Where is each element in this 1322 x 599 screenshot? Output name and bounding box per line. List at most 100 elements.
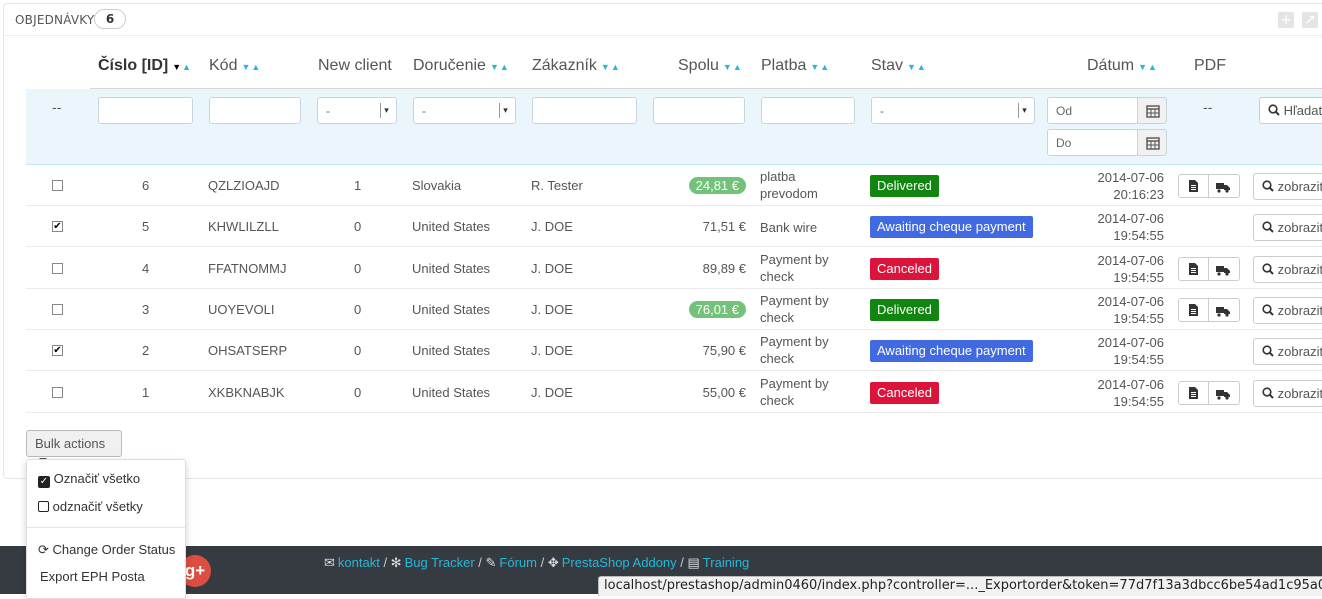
cell-new-client: 0 xyxy=(354,343,362,359)
row-checkbox[interactable] xyxy=(52,303,63,315)
cell-id: 4 xyxy=(142,260,150,276)
col-header-dorucenie[interactable]: Doručenie ▼▲ xyxy=(413,57,510,75)
cell-country: Slovakia xyxy=(412,178,462,193)
col-header-stav[interactable]: Stav ▼▲ xyxy=(871,57,927,75)
footer-link-bug-tracker[interactable]: Bug Tracker xyxy=(405,555,475,570)
cell-payment: Payment by check xyxy=(760,375,829,408)
filter-dorucenie-select[interactable]: - ▾ xyxy=(413,97,516,124)
cell-customer: J. DOE xyxy=(531,219,573,235)
invoice-pdf-icon[interactable] xyxy=(1188,180,1199,195)
bulk-actions-menu: ✓ Označiť všetko odznačiť všetky ⟳ Chang… xyxy=(26,459,186,599)
col-header-zakaznik[interactable]: Zákazník ▼▲ xyxy=(532,57,621,75)
pdf-button-group xyxy=(1178,380,1240,405)
add-new-icon[interactable]: + xyxy=(1278,12,1294,28)
col-header-platba[interactable]: Platba ▼▲ xyxy=(761,57,830,75)
menu-item-unselect-all[interactable]: odznačiť všetky xyxy=(38,499,143,514)
comments-icon: ✎ xyxy=(485,555,497,570)
view-order-button[interactable]: zobraziť xyxy=(1253,296,1322,324)
filter-id-input[interactable] xyxy=(98,97,193,124)
view-order-button[interactable]: zobraziť xyxy=(1253,255,1322,283)
menu-item-select-all[interactable]: ✓ Označiť všetko xyxy=(38,471,140,488)
menu-item-export-eph-posta[interactable]: Export EPH Posta xyxy=(40,569,145,584)
invoice-pdf-icon[interactable] xyxy=(1188,303,1199,319)
pdf-button-group xyxy=(1178,297,1240,322)
col-header-spolu[interactable]: Spolu ▼▲ xyxy=(678,57,743,75)
pdf-button-group xyxy=(1178,256,1240,281)
filter-platba-input[interactable] xyxy=(761,97,855,124)
cell-kod: OHSATSERP xyxy=(208,343,288,359)
cell-total: 89,89 € xyxy=(702,260,746,276)
panel-heading: OBJEDNÁVKY 6 + ↗ xyxy=(4,4,1322,36)
footer-link-kontakt[interactable]: kontakt xyxy=(338,555,380,570)
table-row[interactable]: 3 UOYEVOLI 0 United States J. DOE 76,01 … xyxy=(26,289,1322,330)
cell-payment: Payment by check xyxy=(760,251,829,284)
view-order-button[interactable]: zobraziť xyxy=(1253,379,1322,407)
cell-total: 24,81 € xyxy=(688,177,746,194)
cell-id: 1 xyxy=(142,384,150,400)
col-header-kod[interactable]: Kód ▼▲ xyxy=(209,57,261,75)
row-checkbox[interactable] xyxy=(52,262,63,274)
row-checkbox[interactable] xyxy=(52,180,63,191)
view-order-button[interactable]: zobraziť xyxy=(1253,338,1322,366)
search-icon xyxy=(1262,180,1274,195)
filter-date-from-input[interactable]: Od xyxy=(1047,97,1138,124)
invoice-pdf-icon[interactable] xyxy=(1188,386,1199,402)
cell-date: 2014-07-06 19:54:55 xyxy=(1097,293,1165,326)
cell-id: 6 xyxy=(142,178,150,193)
filter-stav-select[interactable]: - ▾ xyxy=(871,97,1035,124)
delivery-slip-truck-icon[interactable] xyxy=(1216,264,1230,279)
col-header-datum[interactable]: Dátum ▼▲ xyxy=(1087,57,1158,75)
delivery-slip-truck-icon[interactable] xyxy=(1216,388,1230,403)
puzzle-icon: ✥ xyxy=(547,555,559,570)
cell-payment: Bank wire xyxy=(760,220,818,236)
select-arrow-icon: ▾ xyxy=(380,103,392,118)
table-row[interactable]: 6 QZLZIOAJD 1 Slovakia R. Tester 24,81 €… xyxy=(26,165,1322,206)
table-row[interactable]: ✔ 2 OHSATSERP 0 United States J. DOE 75,… xyxy=(26,330,1322,372)
export-icon[interactable]: ↗ xyxy=(1302,12,1318,28)
table-row[interactable]: 4 FFATNOMMJ 0 United States J. DOE 89,89… xyxy=(26,248,1322,289)
col-header-id[interactable]: Číslo [ID] ▼▲ xyxy=(98,57,192,75)
view-order-button[interactable]: zobraziť xyxy=(1253,214,1322,242)
footer-link-forum[interactable]: Fórum xyxy=(499,555,537,570)
calendar-icon[interactable] xyxy=(1137,97,1167,124)
calendar-icon[interactable] xyxy=(1137,129,1167,156)
footer-link-addons[interactable]: PrestaShop Addony xyxy=(562,555,677,570)
row-checkbox[interactable]: ✔ xyxy=(52,221,63,233)
select-arrow-icon: ▾ xyxy=(499,103,511,118)
filter-zakaznik-input[interactable] xyxy=(532,97,637,124)
row-checkbox[interactable] xyxy=(52,386,63,398)
cell-country: United States xyxy=(412,343,491,359)
cell-id: 2 xyxy=(142,343,150,359)
filter-spolu-input[interactable] xyxy=(653,97,745,124)
filter-date-to-input[interactable]: Do xyxy=(1047,129,1138,156)
view-order-button[interactable]: zobraziť xyxy=(1253,173,1322,200)
bulk-actions-button[interactable]: Bulk actions xyxy=(26,430,122,462)
delivery-slip-truck-icon[interactable] xyxy=(1216,305,1230,320)
refresh-icon: ⟳ xyxy=(38,542,49,557)
table-row[interactable]: ✔ 5 KHWLILZLL 0 United States J. DOE 71,… xyxy=(26,206,1322,248)
browser-status-url: localhost/prestashop/admin0460/index.php… xyxy=(598,576,1322,596)
check-square-icon: ✓ xyxy=(38,476,50,488)
cell-customer: R. Tester xyxy=(531,178,583,193)
cell-kod: XKBKNABJK xyxy=(208,384,285,400)
row-checkbox[interactable]: ✔ xyxy=(52,345,63,357)
cell-date: 2014-07-06 19:54:55 xyxy=(1097,335,1165,368)
invoice-pdf-icon[interactable] xyxy=(1188,262,1199,278)
footer-link-training[interactable]: Training xyxy=(703,555,749,570)
filter-new-client-select[interactable]: - ▾ xyxy=(317,97,397,124)
cell-customer: J. DOE xyxy=(531,260,573,276)
book-icon: ▤ xyxy=(687,555,700,570)
cell-date: 2014-07-06 19:54:55 xyxy=(1097,211,1165,244)
menu-item-change-order-status[interactable]: ⟳ Change Order Status xyxy=(38,542,175,558)
filter-pdf-dash: -- xyxy=(1203,101,1213,116)
cell-country: United States xyxy=(412,301,491,317)
search-button[interactable]: Hľadať xyxy=(1259,97,1322,124)
cell-new-client: 1 xyxy=(354,178,362,193)
delivery-slip-truck-icon[interactable] xyxy=(1216,181,1230,196)
table-row[interactable]: 1 XKBKNABJK 0 United States J. DOE 55,00… xyxy=(26,372,1322,413)
order-count-badge: 6 xyxy=(94,9,126,29)
cell-new-client: 0 xyxy=(354,384,362,400)
square-icon xyxy=(38,501,49,512)
filter-dash: -- xyxy=(52,101,62,116)
filter-kod-input[interactable] xyxy=(209,97,301,124)
